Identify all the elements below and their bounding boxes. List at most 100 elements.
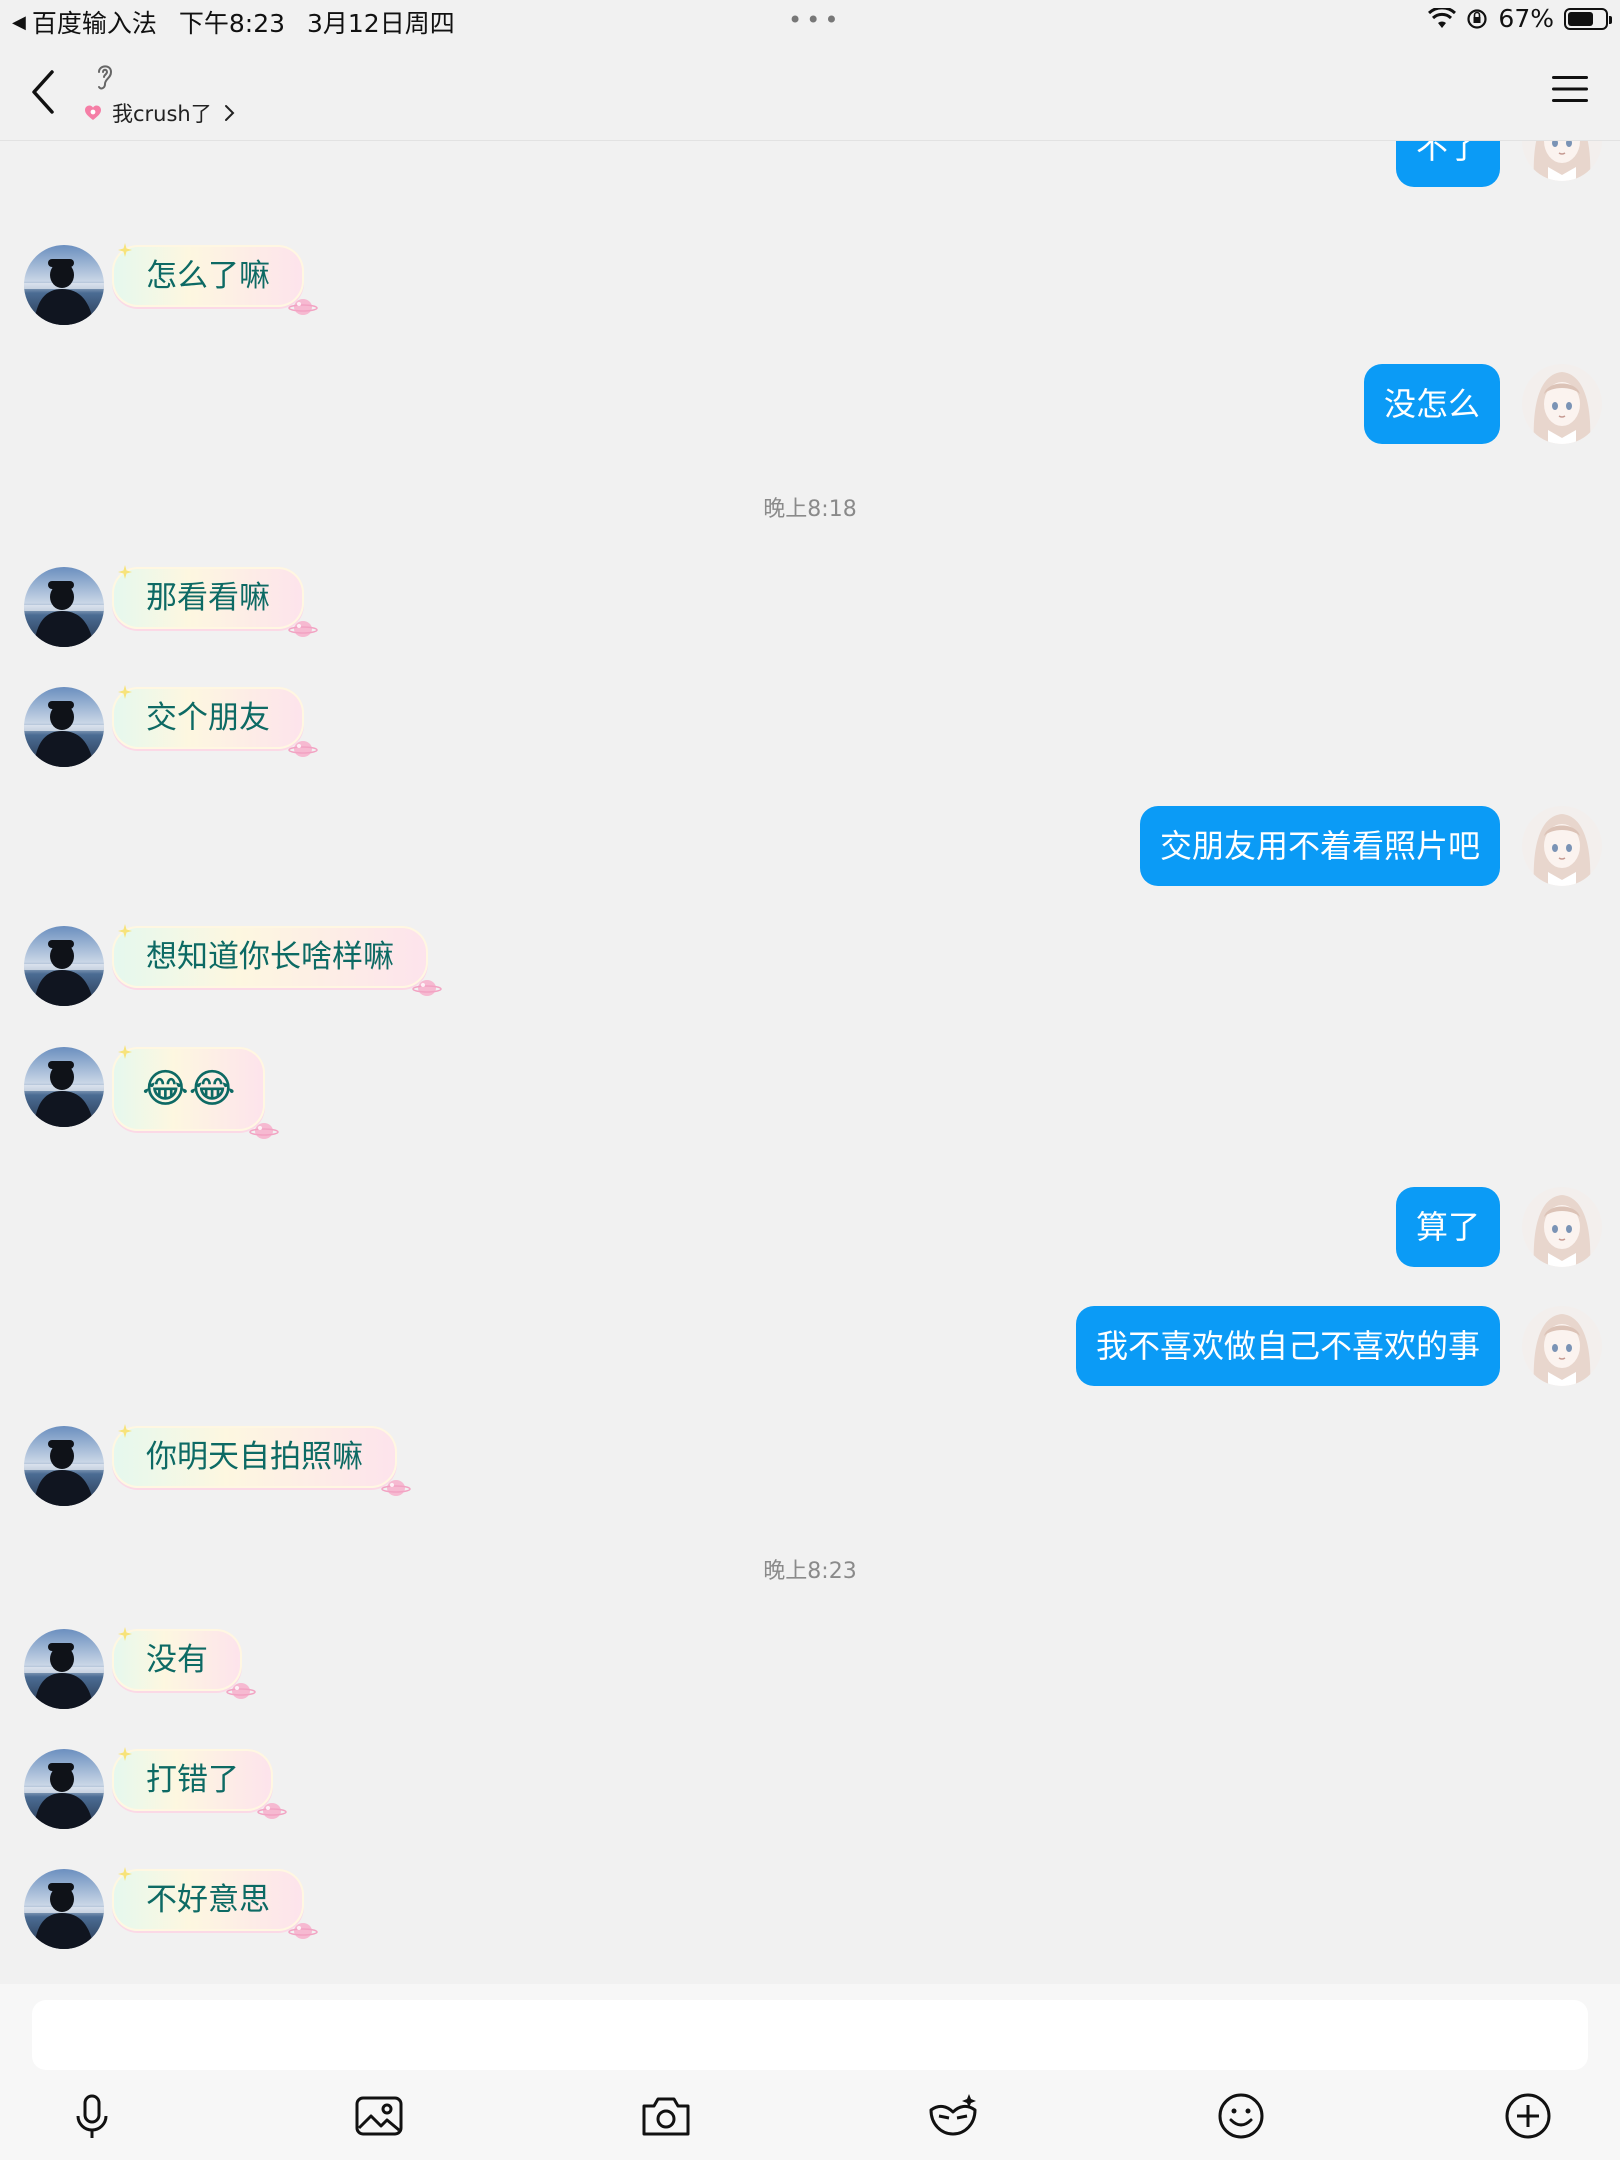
status-time: 下午8:23 [178,9,285,38]
message-row-sent: 不了 [0,141,1620,191]
wifi-icon [1428,7,1457,28]
relationship-status[interactable]: 我crush了 [84,98,236,128]
sent-message-bubble[interactable]: 不了 [1395,141,1500,187]
contact-avatar[interactable] [24,1629,104,1709]
battery-percent: 67% [1498,4,1554,33]
message-row-received: 你明天自拍照嘛 [0,1426,1620,1516]
chat-header: 我crush了 [0,40,1620,141]
message-text: 不好意思 [146,1882,270,1918]
message-row-received: 😂😂 [0,1047,1620,1147]
message-list[interactable]: 不了 怎么了嘛 没怎么 晚上8:18 那看看嘛 交个朋友 交朋友用不着看照片吧 … [0,141,1620,1984]
timestamp: 晚上8:18 [763,497,857,522]
self-avatar[interactable] [1522,364,1602,444]
planet-decoration-icon [249,1119,279,1141]
chevron-right-icon [224,105,235,121]
sent-message-bubble[interactable]: 我不喜欢做自己不喜欢的事 [1075,1306,1500,1386]
message-text: 打错了 [146,1762,239,1798]
sparkle-icon [118,1424,132,1438]
status-bar-left[interactable]: ◀ 百度输入法 下午8:23 3月12日周四 [12,4,455,40]
sent-message-bubble[interactable]: 没怎么 [1363,364,1500,444]
mask-icon[interactable] [925,2088,981,2144]
self-avatar[interactable] [1522,806,1602,886]
sparkle-icon [118,243,132,257]
received-message-bubble[interactable]: 😂😂 [112,1047,265,1131]
contact-avatar[interactable] [24,1749,104,1829]
camera-icon[interactable] [638,2088,694,2144]
heart-icon [85,105,101,120]
status-date: 3月12日周四 [307,9,455,38]
status-bar: ◀ 百度输入法 下午8:23 3月12日周四 ••• 67% [0,0,1620,40]
self-avatar[interactable] [1522,1306,1602,1386]
contact-avatar[interactable] [24,1047,104,1127]
planet-decoration-icon [257,1799,287,1821]
sparkle-icon [118,1867,132,1881]
message-row-sent: 算了 [0,1187,1620,1277]
plus-icon[interactable] [1500,2088,1556,2144]
back-chevron-icon[interactable] [24,64,64,120]
message-row-sent: 交朋友用不着看照片吧 [0,806,1620,896]
microphone-icon[interactable] [64,2088,120,2144]
emoji-icon[interactable] [1213,2088,1269,2144]
multitasking-dots-icon[interactable]: ••• [788,6,842,34]
sparkle-icon [118,565,132,579]
contact-avatar[interactable] [24,245,104,325]
received-message-bubble[interactable]: 打错了 [112,1749,273,1811]
rotation-lock-icon [1467,8,1488,29]
contact-avatar[interactable] [24,567,104,647]
message-row-received: 那看看嘛 [0,567,1620,657]
received-message-bubble[interactable]: 没有 [112,1629,242,1691]
battery-icon [1564,7,1612,30]
planet-decoration-icon [288,617,318,639]
received-message-bubble[interactable]: 你明天自拍照嘛 [112,1426,397,1488]
input-bar [0,1984,1620,2160]
emoji-text: 😂😂 [142,1066,236,1112]
relationship-label: 我crush了 [112,102,212,126]
received-message-bubble[interactable]: 那看看嘛 [112,567,304,629]
message-row-sent: 我不喜欢做自己不喜欢的事 [0,1306,1620,1396]
timestamp: 晚上8:23 [763,1559,857,1584]
message-text: 怎么了嘛 [146,258,270,294]
message-row-received: 怎么了嘛 [0,245,1620,335]
message-text: 你明天自拍照嘛 [146,1439,363,1475]
back-to-app-icon: ◀ [12,11,26,33]
sent-message-bubble[interactable]: 交朋友用不着看照片吧 [1139,806,1500,886]
contact-avatar[interactable] [24,926,104,1006]
message-row-received: 打错了 [0,1749,1620,1839]
self-avatar[interactable] [1522,1187,1602,1267]
planet-decoration-icon [288,737,318,759]
message-row-sent: 没怎么 [0,364,1620,454]
contact-avatar[interactable] [24,1869,104,1949]
received-message-bubble[interactable]: 想知道你长啥样嘛 [112,926,428,988]
sparkle-icon [118,1045,132,1059]
contact-avatar[interactable] [24,1426,104,1506]
message-row-received: 想知道你长啥样嘛 [0,926,1620,1016]
planet-decoration-icon [381,1476,411,1498]
message-input[interactable] [32,2000,1588,2070]
received-message-bubble[interactable]: 不好意思 [112,1869,304,1931]
received-message-bubble[interactable]: 怎么了嘛 [112,245,304,307]
back-app-label: 百度输入法 [31,9,157,38]
hamburger-menu-icon[interactable] [1550,72,1590,106]
message-row-received: 不好意思 [0,1869,1620,1959]
sparkle-icon [118,685,132,699]
sparkle-icon [118,1627,132,1641]
message-text: 没有 [146,1642,208,1678]
message-text: 那看看嘛 [146,580,270,616]
planet-decoration-icon [412,976,442,998]
sent-message-bubble[interactable]: 算了 [1395,1187,1500,1267]
contact-avatar[interactable] [24,687,104,767]
message-text: 想知道你长啥样嘛 [146,939,394,975]
status-bar-right: 67% [1428,4,1612,33]
ear-icon [98,65,113,90]
planet-decoration-icon [226,1679,256,1701]
planet-decoration-icon [288,1919,318,1941]
message-row-received: 没有 [0,1629,1620,1719]
self-avatar[interactable] [1522,141,1602,181]
sparkle-icon [118,1747,132,1761]
received-message-bubble[interactable]: 交个朋友 [112,687,304,749]
image-icon[interactable] [351,2088,407,2144]
message-row-received: 交个朋友 [0,687,1620,777]
sparkle-icon [118,924,132,938]
planet-decoration-icon [288,295,318,317]
message-text: 交个朋友 [146,700,270,736]
